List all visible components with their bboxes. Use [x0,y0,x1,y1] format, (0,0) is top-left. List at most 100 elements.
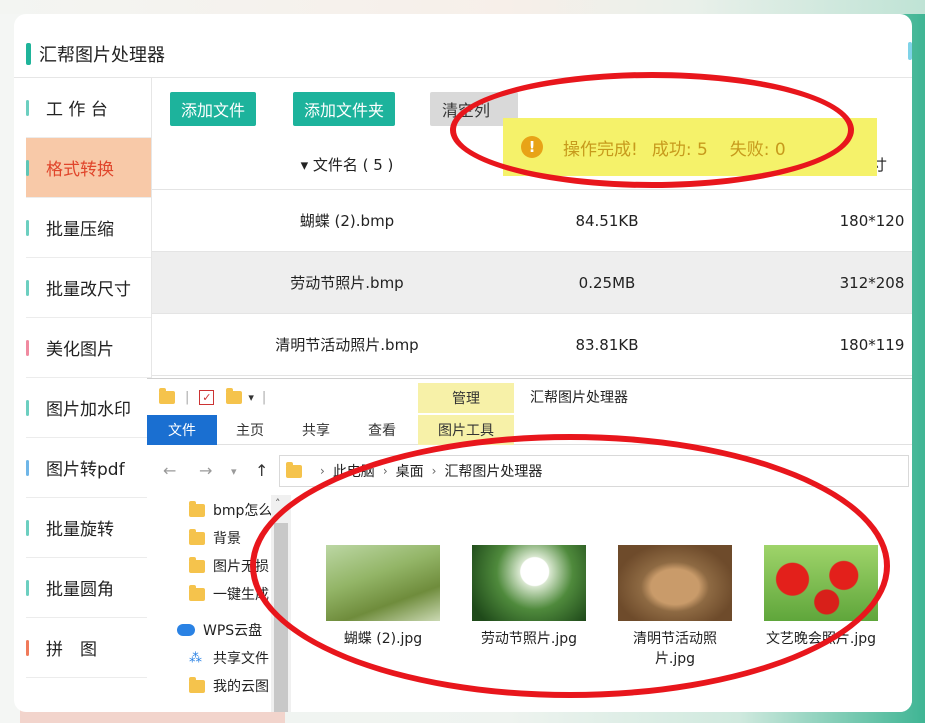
window-control-icon[interactable] [908,42,912,60]
sidebar-item-label: 批量压缩 [46,220,114,240]
folder-icon [189,528,205,545]
file-thumbnail[interactable]: 劳动节照片.jpg [469,545,589,649]
row-filename: 劳动节照片.bmp [290,274,404,292]
sidebar-item[interactable]: 批量压缩 [26,198,151,258]
info-icon: ! [521,136,543,158]
nav-folder-item[interactable]: 图片无损 [189,555,269,577]
explorer-window-title: 汇帮图片处理器 [530,390,628,406]
nav-folder-item[interactable]: 我的云图 [189,675,269,697]
breadcrumb-item[interactable]: 汇帮图片处理器 [444,461,542,481]
background-top [0,0,925,14]
up-arrow-icon[interactable]: ↑ [255,461,268,480]
sidebar-item[interactable]: 批量旋转 [26,498,151,558]
nav-shared-files[interactable]: ⁂ 共享文件 [189,647,269,669]
toolbar-separator: | [261,389,267,405]
scroll-up-icon[interactable]: ˄ [275,497,281,510]
sidebar-item[interactable]: 批量改尺寸 [26,258,151,318]
nav-item-label: 共享文件 [213,651,269,667]
cloud-icon [177,624,195,636]
app-title: 汇帮图片处理器 [39,45,165,66]
table-row[interactable]: 清明节活动照片.bmp 83.81KB 180*119 [152,314,912,376]
folder-icon [286,461,302,478]
address-row: ← → ▾ ↑ › 此电脑 › 桌面 › 汇帮图片处理器 [147,451,912,491]
nav-item-label: bmp怎么 [213,503,273,519]
toast-fail-count: 失败: 0 [729,139,786,160]
properties-check-icon[interactable]: ✓ [199,389,215,405]
poppy-image [764,545,878,621]
toolbar-separator: | [185,389,190,405]
app-window: 汇帮图片处理器 工 作 台格式转换批量压缩批量改尺寸美化图片图片加水印图片转pd… [14,14,912,712]
nav-wps-cloud[interactable]: WPS云盘 [177,619,262,641]
tab-picture-tools[interactable]: 图片工具 [418,415,514,445]
add-file-button[interactable]: 添加文件 [170,92,256,126]
nav-scrollbar[interactable]: ˄ [271,495,291,712]
breadcrumb-item[interactable]: 此电脑 [333,461,375,481]
address-bar[interactable]: › 此电脑 › 桌面 › 汇帮图片处理器 [279,455,909,487]
row-filename: 清明节活动照片.bmp [275,336,419,354]
sidebar-item[interactable]: 拼 图 [26,618,151,678]
app-logo-icon [26,43,31,65]
tab-file[interactable]: 文件 [147,415,217,445]
sidebar-item[interactable]: 美化图片 [26,318,151,378]
file-thumbnail[interactable]: 清明节活动照片.jpg [615,545,735,669]
toast-success-count: 成功: 5 [651,139,708,160]
tab-share[interactable]: 共享 [291,415,341,445]
folder-icon [189,500,205,517]
new-folder-icon[interactable] [226,387,243,404]
file-caption: 文艺晚会照片.jpg [765,631,877,647]
row-dimensions: 180*119 [839,335,905,354]
table-row[interactable]: 蝴蝶 (2).bmp 84.51KB 180*120 [152,190,912,252]
chevron-right-icon: › [431,464,437,478]
breadcrumb-item[interactable]: 桌面 [396,461,424,481]
dragonfly-image [326,545,440,621]
add-folder-button[interactable]: 添加文件夹 [293,92,395,126]
folder-icon [189,584,205,601]
operation-complete-toast: ! 操作完成! 成功: 5 失败: 0 [503,118,877,176]
nav-item-label: 背景 [213,531,241,547]
nav-item-label: 图片无损 [213,559,269,575]
sidebar-item[interactable]: 图片加水印 [26,378,151,438]
sidebar-item[interactable]: 图片转pdf [26,438,151,498]
sidebar-item-label: 工 作 台 [46,100,108,120]
sidebar-item[interactable]: 批量圆角 [26,558,151,618]
nav-folder-item[interactable]: 一键生成 [189,583,269,605]
file-caption: 清明节活动照片.jpg [633,631,717,667]
tab-view[interactable]: 查看 [357,415,407,445]
recent-dropdown-icon[interactable]: ▾ [231,465,237,478]
file-thumbnail-grid: 蝴蝶 (2).jpg 劳动节照片.jpg 清明节活动照片.jpg 文艺晚会照片.… [323,545,903,705]
row-size: 83.81KB [575,335,639,354]
file-thumbnail[interactable]: 文艺晚会照片.jpg [761,545,881,649]
manage-tab[interactable]: 管理 [418,383,514,413]
ribbon-tabs: 文件 主页 共享 查看 图片工具 [147,415,912,445]
back-arrow-icon[interactable]: ← [163,461,176,480]
folder-icon [189,676,205,693]
chevron-right-icon: › [382,464,388,478]
folder-icon [189,556,205,573]
header-filename[interactable]: ▾ 文件名 ( 5 ) [152,140,542,189]
nav-folder-item[interactable]: 背景 [189,527,241,549]
sidebar-item[interactable]: 工 作 台 [26,78,151,138]
table-row[interactable]: 劳动节照片.bmp 0.25MB 312*208 [152,252,912,314]
sidebar-item[interactable]: 格式转换 [26,138,151,198]
sidebar-item-label: 图片转pdf [46,460,125,480]
nav-item-label: 一键生成 [213,587,269,603]
sidebar-item-label: 批量改尺寸 [46,280,131,300]
sidebar-item-label: 图片加水印 [46,400,131,420]
toast-done-text: 操作完成! [563,139,638,160]
nav-folder-item[interactable]: bmp怎么 [189,499,272,521]
title-bar: 汇帮图片处理器 [14,36,165,72]
scroll-thumb[interactable] [274,523,288,712]
file-caption: 劳动节照片.jpg [480,631,578,647]
nav-item-label: WPS云盘 [203,623,263,639]
rabbit-image [618,545,732,621]
forward-arrow-icon[interactable]: → [199,461,212,480]
sidebar-item-label: 批量旋转 [46,520,114,540]
folder-icon[interactable] [159,387,175,404]
chevron-right-icon: › [320,464,325,478]
customize-dropdown-icon[interactable]: ▾ [248,391,254,404]
file-thumbnail[interactable]: 蝴蝶 (2).jpg [323,545,443,649]
share-icon: ⁂ [189,651,202,666]
row-dimensions: 312*208 [839,273,905,292]
nav-item-label: 我的云图 [213,679,269,695]
tab-home[interactable]: 主页 [225,415,275,445]
